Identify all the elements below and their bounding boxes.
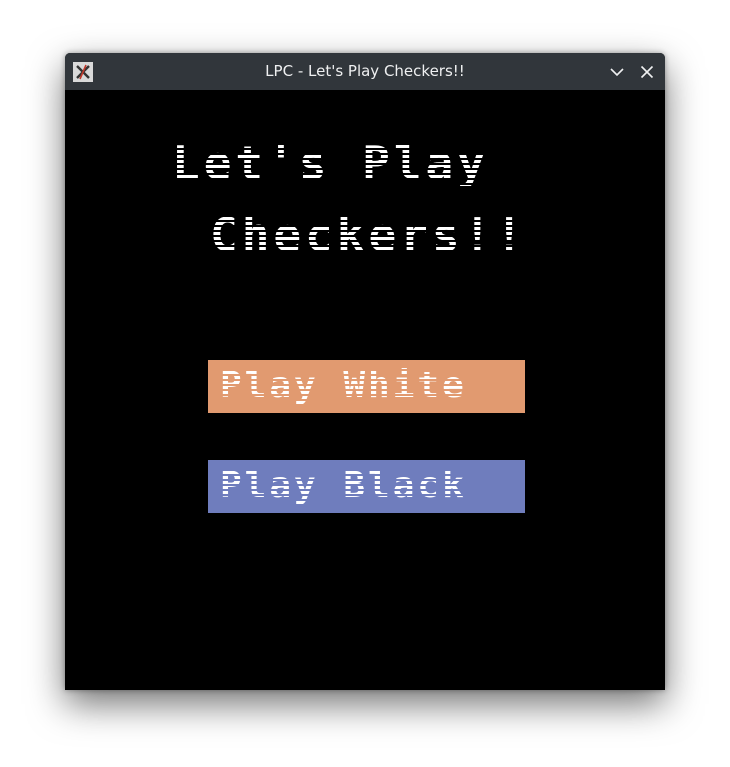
close-icon	[640, 65, 654, 79]
title-line-1: Let's Play	[172, 136, 489, 190]
play-white-button[interactable]: Play White	[208, 360, 525, 413]
chevron-down-icon	[610, 68, 624, 77]
play-black-label: Play Black	[220, 465, 467, 506]
minimize-button[interactable]	[606, 61, 628, 83]
close-button[interactable]	[636, 61, 658, 83]
game-screen: Let's Play Checkers!! Play White Play Bl…	[65, 90, 665, 690]
title-bar[interactable]: LPC - Let's Play Checkers!!	[65, 53, 665, 90]
play-white-label: Play White	[220, 365, 467, 406]
title-line-2: Checkers!!	[210, 208, 527, 262]
x-letter-icon[interactable]	[73, 62, 93, 82]
play-black-button[interactable]: Play Black	[208, 460, 525, 513]
window-title: LPC - Let's Play Checkers!!	[265, 62, 465, 80]
app-window: LPC - Let's Play Checkers!! Let's Play C…	[65, 53, 665, 690]
